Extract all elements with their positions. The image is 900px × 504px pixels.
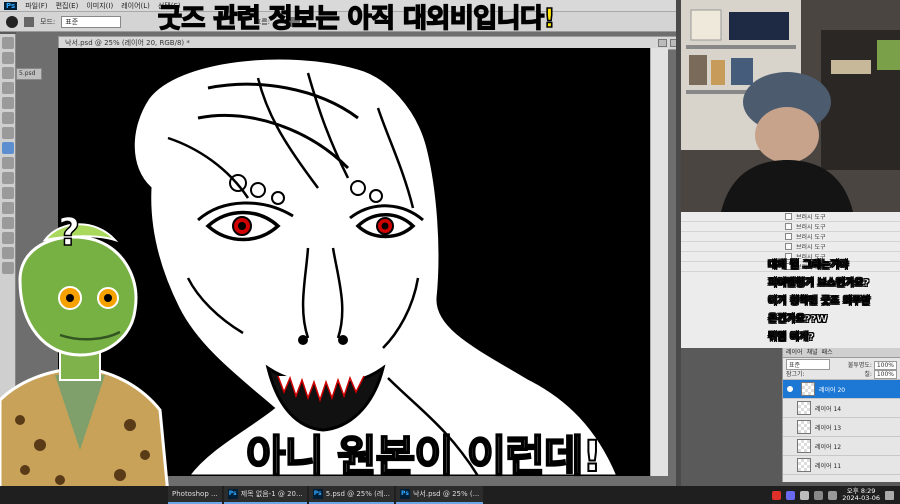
eye-icon[interactable] bbox=[787, 386, 793, 392]
layer-thumbnail bbox=[797, 420, 811, 434]
layer-name: 레이어 11 bbox=[815, 462, 842, 470]
history-state-icon bbox=[785, 223, 792, 230]
layer-thumbnail bbox=[797, 458, 811, 472]
canvas-scrollbar[interactable] bbox=[650, 48, 668, 476]
layer-row[interactable]: 레이어 14 bbox=[783, 399, 900, 418]
chat-message: 뭐임 이게? bbox=[768, 332, 815, 343]
move-tool-icon[interactable] bbox=[2, 37, 14, 49]
history-item-label: 브러시 도구 bbox=[796, 244, 826, 251]
layer-name: 레이어 12 bbox=[815, 443, 842, 451]
healing-tool-icon[interactable] bbox=[2, 127, 14, 139]
subtitle-caption: 아니 원본이 이런데! bbox=[245, 431, 603, 483]
taskbar-item-label: Photoshop ... bbox=[172, 490, 218, 498]
history-item[interactable]: 브러시 도구 bbox=[681, 212, 900, 222]
history-item[interactable]: 브러시 도구 bbox=[681, 232, 900, 242]
taskbar-item-label: 제목 없음-1 @ 20... bbox=[240, 490, 303, 498]
photoshop-logo: Ps bbox=[4, 1, 18, 10]
chat-message: 피어앤헝거 보스인가요? bbox=[768, 278, 870, 289]
taskbar-item-5psd[interactable]: Ps 5.psd @ 25% (레... bbox=[308, 486, 394, 504]
layer-options: 표준 불투명도: 100% 잠그기: 칠: 100% bbox=[783, 358, 900, 380]
character-sticker: ? bbox=[0, 209, 170, 496]
notification-icon[interactable] bbox=[885, 490, 894, 500]
system-tray: 오후 8:29 2024-03-06 bbox=[772, 486, 894, 504]
history-item-label: 브러시 도구 bbox=[796, 234, 826, 241]
taskbar-item-label: 낙서.psd @ 25% (... bbox=[412, 490, 480, 498]
fill-label: 칠: bbox=[864, 371, 872, 378]
tab-channels[interactable]: 채널 bbox=[807, 348, 818, 357]
discord-tray-icon[interactable] bbox=[786, 490, 796, 500]
layers-panel: 레이어 채널 패스 표준 불투명도: 100% 잠그기: 칠: 100% 레이어… bbox=[782, 348, 900, 482]
tab-paths[interactable]: 패스 bbox=[822, 348, 833, 357]
tab-layers[interactable]: 레이어 bbox=[786, 348, 803, 357]
layer-row[interactable]: 레이어 11 bbox=[783, 456, 900, 475]
wand-tool-icon[interactable] bbox=[2, 82, 14, 94]
history-item[interactable]: 브러시 도구 bbox=[681, 222, 900, 232]
eraser-tool-icon[interactable] bbox=[2, 187, 14, 199]
screen: Ps 파일(F) 편집(E) 이미지(I) 레이어(L) 선택(S) 모드: 표… bbox=[0, 0, 900, 504]
history-brush-icon[interactable] bbox=[2, 172, 14, 184]
layer-row[interactable]: 레이어 13 bbox=[783, 418, 900, 437]
photoshop-icon: Ps bbox=[399, 489, 410, 499]
app-tray-icon[interactable] bbox=[772, 490, 782, 500]
layer-thumbnail bbox=[797, 401, 811, 415]
webcam-feed bbox=[681, 0, 900, 212]
lock-label: 잠그기: bbox=[786, 371, 805, 378]
network-icon[interactable] bbox=[814, 490, 824, 500]
chat-overlay: 대체 뭘 그리는거야 피어앤헝거 보스인가요? 이거 칭착맨 굿즈 외주받 은건… bbox=[764, 257, 900, 357]
brush-size-icon[interactable] bbox=[24, 16, 34, 27]
history-item-label: 브러시 도구 bbox=[796, 214, 826, 221]
clock[interactable]: 오후 8:29 2024-03-06 bbox=[842, 488, 880, 502]
menu-file[interactable]: 파일(F) bbox=[25, 1, 47, 11]
chat-message: 이거 칭착맨 굿즈 외주받 bbox=[768, 296, 871, 307]
stamp-tool-icon[interactable] bbox=[2, 157, 14, 169]
layer-row[interactable]: 레이어 12 bbox=[783, 437, 900, 456]
history-state-icon bbox=[785, 243, 792, 250]
lasso-tool-icon[interactable] bbox=[2, 67, 14, 79]
taskbar-spacer bbox=[0, 486, 168, 504]
layers-panel-tabs: 레이어 채널 패스 bbox=[783, 348, 900, 358]
eyedropper-tool-icon[interactable] bbox=[2, 112, 14, 124]
history-item[interactable]: 브러시 도구 bbox=[681, 242, 900, 252]
taskbar-item-photoshop[interactable]: Photoshop ... bbox=[168, 486, 222, 504]
chat-message: 대체 뭘 그리는거야 bbox=[768, 260, 849, 271]
lizard-character bbox=[0, 223, 170, 496]
history-state-icon bbox=[785, 233, 792, 240]
brush-tool-icon[interactable] bbox=[2, 142, 14, 154]
opacity-label: 불투명도: bbox=[847, 362, 872, 369]
document-tab-5psd[interactable]: 5.psd bbox=[16, 68, 42, 80]
layer-name: 레이어 14 bbox=[815, 405, 842, 413]
menu-layer[interactable]: 레이어(L) bbox=[121, 1, 150, 11]
webcam-scene bbox=[681, 0, 900, 212]
taskbar-item-untitled[interactable]: Ps 제목 없음-1 @ 20... bbox=[223, 486, 307, 504]
marquee-tool-icon[interactable] bbox=[2, 52, 14, 64]
headline-caption: 굿즈 관련 정보는 아직 대외비입니다! bbox=[157, 3, 556, 35]
question-mark: ? bbox=[57, 209, 81, 255]
chat-message: 은건가요??W bbox=[768, 314, 828, 325]
history-state-icon bbox=[785, 213, 792, 220]
brush-preset-icon[interactable] bbox=[6, 15, 18, 28]
app-tray-icon[interactable] bbox=[800, 490, 810, 500]
layer-thumbnail bbox=[797, 439, 811, 453]
mode-label: 모드: bbox=[40, 17, 56, 26]
document-title: 낙서.psd @ 25% (레이어 20, RGB/8) * bbox=[65, 39, 190, 47]
clock-date: 2024-03-06 bbox=[842, 494, 880, 502]
volume-icon[interactable] bbox=[828, 490, 838, 500]
photoshop-icon: Ps bbox=[312, 489, 323, 499]
menu-edit[interactable]: 편집(E) bbox=[56, 1, 79, 11]
photoshop-icon: Ps bbox=[227, 489, 238, 499]
minimize-icon[interactable] bbox=[658, 39, 667, 47]
fill-value[interactable]: 100% bbox=[873, 370, 897, 379]
layer-thumbnail bbox=[801, 382, 815, 396]
layer-name: 레이어 13 bbox=[815, 424, 842, 432]
menu-image[interactable]: 이미지(I) bbox=[86, 1, 113, 11]
history-item-label: 브러시 도구 bbox=[796, 224, 826, 231]
layer-row[interactable]: 레이어 20 bbox=[783, 380, 900, 399]
mode-select[interactable]: 표준 bbox=[61, 15, 122, 28]
taskbar-item-label: 5.psd @ 25% (레... bbox=[325, 490, 390, 498]
taskbar: Photoshop ... Ps 제목 없음-1 @ 20... Ps 5.ps… bbox=[0, 486, 900, 504]
crop-tool-icon[interactable] bbox=[2, 97, 14, 109]
layer-name: 레이어 20 bbox=[819, 386, 846, 394]
taskbar-item-nakseo[interactable]: Ps 낙서.psd @ 25% (... bbox=[395, 486, 484, 504]
